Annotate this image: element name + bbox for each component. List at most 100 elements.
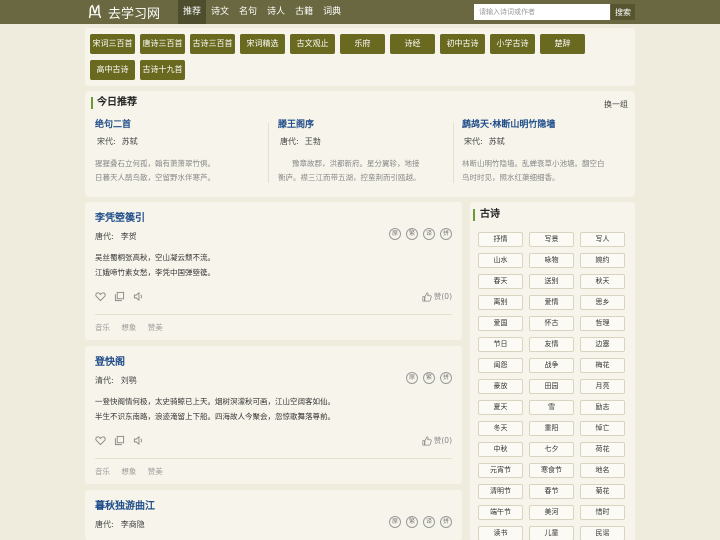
- sidebar-tag[interactable]: 月亮: [580, 379, 625, 394]
- sidebar-tag[interactable]: 儿童: [529, 526, 574, 540]
- sidebar-tag[interactable]: 闺怨: [478, 358, 523, 373]
- poem-title[interactable]: 绝句二首: [95, 117, 265, 130]
- sidebar-tag[interactable]: 梅花: [580, 358, 625, 373]
- search-button[interactable]: 搜索: [611, 4, 635, 20]
- sidebar-tag[interactable]: 清明节: [478, 484, 523, 499]
- heart-icon[interactable]: [95, 291, 106, 302]
- sidebar-tag[interactable]: 惜时: [580, 505, 625, 520]
- sidebar-tag[interactable]: 七夕: [529, 442, 574, 457]
- nav-item-poets[interactable]: 诗人: [262, 0, 290, 24]
- site-logo[interactable]: 去学习网: [86, 2, 160, 22]
- nav-item-poems[interactable]: 诗文: [206, 0, 234, 24]
- change-group-link[interactable]: 换一组: [604, 99, 628, 110]
- like-button[interactable]: 赞(0): [422, 435, 452, 446]
- category-button[interactable]: 初中古诗: [440, 34, 485, 54]
- category-button[interactable]: 楚辞: [540, 34, 585, 54]
- sidebar-tag[interactable]: 送别: [529, 274, 574, 289]
- nav-item-quotes[interactable]: 名句: [234, 0, 262, 24]
- traditional-badge[interactable]: 繁: [406, 516, 418, 528]
- tag-link[interactable]: 赞美: [148, 467, 163, 476]
- heart-icon[interactable]: [95, 435, 106, 446]
- sidebar-tag[interactable]: 咏物: [529, 253, 574, 268]
- poem-author[interactable]: 刘鹗: [121, 376, 137, 385]
- category-button[interactable]: 古诗三百首: [190, 34, 235, 54]
- tag-link[interactable]: 赞美: [148, 323, 163, 332]
- sidebar-tag[interactable]: 哲理: [580, 316, 625, 331]
- sidebar-tag[interactable]: 夏天: [478, 400, 523, 415]
- today-poem[interactable]: 滕王阁序 唐代: 王勃 豫章故郡，洪都新府。星分翼轸，地接 衡庐。襟三江而带五湖，…: [278, 117, 448, 185]
- sidebar-tag[interactable]: 民谣: [580, 526, 625, 540]
- sidebar-tag[interactable]: 抒情: [478, 232, 523, 247]
- sidebar-tag[interactable]: 春天: [478, 274, 523, 289]
- sidebar-tag[interactable]: 战争: [529, 358, 574, 373]
- sidebar-tag[interactable]: 秋天: [580, 274, 625, 289]
- pinyin-badge[interactable]: 拼: [440, 516, 452, 528]
- copy-icon[interactable]: [114, 291, 125, 302]
- traditional-badge[interactable]: 繁: [406, 228, 418, 240]
- tag-link[interactable]: 音乐: [95, 323, 110, 332]
- speaker-icon[interactable]: [133, 435, 144, 446]
- category-button[interactable]: 宋词精选: [240, 34, 285, 54]
- sidebar-tag[interactable]: 写景: [529, 232, 574, 247]
- sidebar-tag[interactable]: 写人: [580, 232, 625, 247]
- poem-author[interactable]: 王勃: [305, 137, 321, 146]
- sidebar-tag[interactable]: 地名: [580, 463, 625, 478]
- translation-badge[interactable]: 译: [423, 516, 435, 528]
- poem-author[interactable]: 李贺: [121, 232, 137, 241]
- poem-title[interactable]: 鹧鸪天·林断山明竹隐墙: [462, 117, 632, 130]
- sidebar-tag[interactable]: 爱情: [529, 295, 574, 310]
- category-button[interactable]: 古诗十九首: [140, 60, 185, 80]
- sidebar-tag[interactable]: 边塞: [580, 337, 625, 352]
- poem-author[interactable]: 李商隐: [121, 520, 145, 529]
- sidebar-tag[interactable]: 怀古: [529, 316, 574, 331]
- sidebar-tag[interactable]: 山水: [478, 253, 523, 268]
- translation-badge[interactable]: 译: [423, 228, 435, 240]
- poem-author[interactable]: 苏轼: [122, 137, 138, 146]
- like-button[interactable]: 赞(0): [422, 291, 452, 302]
- speaker-icon[interactable]: [133, 291, 144, 302]
- sidebar-tag[interactable]: 豪放: [478, 379, 523, 394]
- poem-title[interactable]: 暮秋独游曲江: [95, 497, 155, 512]
- search-input[interactable]: [474, 4, 610, 20]
- original-badge[interactable]: 原: [389, 228, 401, 240]
- sidebar-tag[interactable]: 端午节: [478, 505, 523, 520]
- today-poem[interactable]: 鹧鸪天·林断山明竹隐墙 宋代: 苏轼 林断山明竹隐墙。乱蝉衰草小池塘。翻空白 鸟时…: [462, 117, 632, 185]
- sidebar-tag[interactable]: 离别: [478, 295, 523, 310]
- poem-title[interactable]: 滕王阁序: [278, 117, 448, 130]
- nav-item-classics[interactable]: 古籍: [290, 0, 318, 24]
- today-poem[interactable]: 绝句二首 宋代: 苏轼 猩猩叠石立何孤，翰有萧萧翠竹俱。 日暮天人鹃鸟散，空留野水…: [95, 117, 265, 185]
- pinyin-badge[interactable]: 拼: [440, 372, 452, 384]
- tag-link[interactable]: 音乐: [95, 467, 110, 476]
- poem-title[interactable]: 李凭箜篌引: [95, 209, 145, 224]
- poem-title[interactable]: 登快阁: [95, 353, 125, 368]
- sidebar-tag[interactable]: 春节: [529, 484, 574, 499]
- nav-item-recommend[interactable]: 推荐: [178, 0, 207, 24]
- sidebar-tag[interactable]: 重阳: [529, 421, 574, 436]
- sidebar-tag[interactable]: 婉约: [580, 253, 625, 268]
- copy-icon[interactable]: [114, 435, 125, 446]
- category-button[interactable]: 高中古诗: [90, 60, 135, 80]
- tag-link[interactable]: 想象: [121, 467, 136, 476]
- poem-author[interactable]: 苏轼: [489, 137, 505, 146]
- original-badge[interactable]: 原: [406, 372, 418, 384]
- sidebar-tag[interactable]: 雪: [529, 400, 574, 415]
- sidebar-tag[interactable]: 冬天: [478, 421, 523, 436]
- sidebar-tag[interactable]: 励志: [580, 400, 625, 415]
- category-button[interactable]: 乐府: [340, 34, 385, 54]
- sidebar-tag[interactable]: 寒食节: [529, 463, 574, 478]
- sidebar-tag[interactable]: 田园: [529, 379, 574, 394]
- category-button[interactable]: 诗经: [390, 34, 435, 54]
- original-badge[interactable]: 原: [389, 516, 401, 528]
- sidebar-tag[interactable]: 友情: [529, 337, 574, 352]
- category-button[interactable]: 唐诗三百首: [140, 34, 185, 54]
- traditional-badge[interactable]: 繁: [423, 372, 435, 384]
- category-button[interactable]: 宋词三百首: [90, 34, 135, 54]
- sidebar-tag[interactable]: 元宵节: [478, 463, 523, 478]
- sidebar-tag[interactable]: 中秋: [478, 442, 523, 457]
- tag-link[interactable]: 想象: [121, 323, 136, 332]
- sidebar-tag[interactable]: 爱国: [478, 316, 523, 331]
- sidebar-tag[interactable]: 思乡: [580, 295, 625, 310]
- category-button[interactable]: 小学古诗: [490, 34, 535, 54]
- sidebar-tag[interactable]: 读书: [478, 526, 523, 540]
- nav-item-dictionary[interactable]: 词典: [318, 0, 346, 24]
